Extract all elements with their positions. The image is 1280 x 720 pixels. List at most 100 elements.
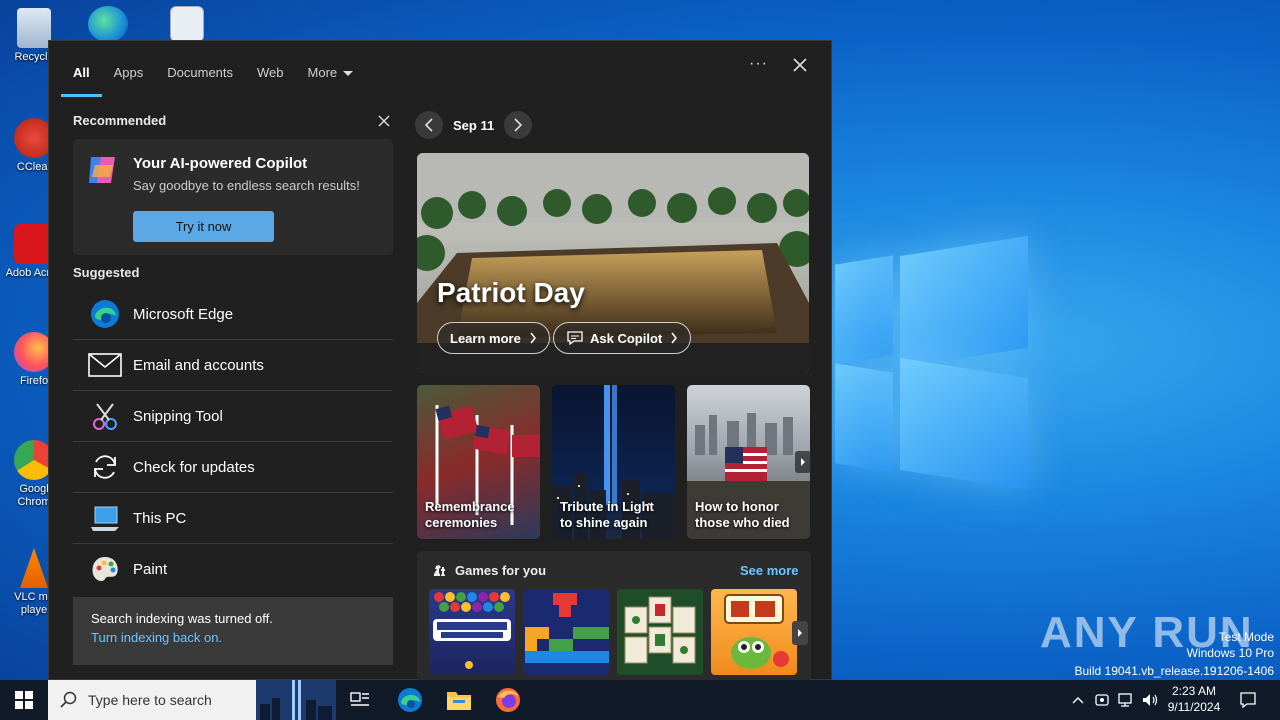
try-it-now-button[interactable]: Try it now bbox=[133, 211, 274, 242]
action-center-button[interactable] bbox=[1234, 686, 1262, 714]
suggested-list: Microsoft Edge Email and accounts Snippi… bbox=[73, 289, 393, 595]
network-button[interactable] bbox=[1114, 686, 1138, 714]
copilot-icon bbox=[89, 157, 115, 183]
tray-app-icon bbox=[1095, 694, 1109, 706]
speaker-icon bbox=[1143, 694, 1158, 706]
chevron-up-icon bbox=[1072, 697, 1084, 704]
suggested-item-paint[interactable]: Paint bbox=[73, 544, 393, 595]
taskbar-file-explorer[interactable] bbox=[445, 686, 473, 714]
recycle-bin-icon bbox=[17, 8, 51, 48]
tab-more[interactable]: More bbox=[296, 59, 366, 87]
refresh-icon bbox=[87, 449, 123, 485]
see-more-link[interactable]: See more bbox=[740, 563, 799, 578]
chevron-right-icon bbox=[514, 118, 523, 132]
suggested-item-label: Check for updates bbox=[133, 458, 255, 476]
taskbar-firefox[interactable] bbox=[494, 686, 522, 714]
card-how-to-honor[interactable]: How to honor those who died bbox=[687, 385, 810, 539]
suggested-item-label: Email and accounts bbox=[133, 356, 264, 374]
recommendation-subtitle: Say goodbye to endless search results! bbox=[133, 178, 360, 193]
edge-desktop-icon[interactable] bbox=[88, 6, 128, 42]
clock-date: 9/11/2024 bbox=[1167, 700, 1221, 714]
taskbar-edge[interactable] bbox=[396, 686, 424, 714]
taskbar-search-box[interactable]: Type here to search bbox=[48, 680, 336, 720]
suggested-item-this-pc[interactable]: This PC bbox=[73, 493, 393, 544]
desktop-icon-label: Googl Chrom bbox=[17, 483, 51, 508]
card-caption: How to honor those who died bbox=[695, 499, 790, 530]
palette-icon bbox=[87, 552, 123, 588]
chevron-right-icon bbox=[801, 458, 805, 466]
copilot-recommendation-card: Your AI-powered Copilot Say goodbye to e… bbox=[73, 139, 393, 255]
edge-icon bbox=[398, 688, 422, 712]
desktop-icon-label: Firefo bbox=[19, 375, 49, 387]
close-icon[interactable] bbox=[376, 113, 392, 129]
learn-more-label: Learn more bbox=[450, 330, 521, 346]
tab-documents[interactable]: Documents bbox=[155, 59, 245, 87]
suggested-item-email-accounts[interactable]: Email and accounts bbox=[73, 340, 393, 391]
tray-app-button[interactable] bbox=[1090, 686, 1114, 714]
chevron-right-icon bbox=[671, 332, 678, 344]
chevron-right-icon bbox=[530, 332, 536, 344]
ask-copilot-button[interactable]: Ask Copilot bbox=[553, 322, 692, 354]
ask-copilot-label: Ask Copilot bbox=[590, 330, 663, 346]
edge-icon bbox=[87, 296, 123, 332]
volume-button[interactable] bbox=[1138, 686, 1162, 714]
suggested-item-label: This PC bbox=[133, 509, 187, 527]
more-options-button[interactable]: ··· bbox=[749, 55, 768, 73]
close-icon[interactable] bbox=[790, 55, 810, 75]
next-games-button[interactable] bbox=[792, 621, 808, 645]
chevron-down-icon bbox=[343, 71, 354, 77]
learn-more-button[interactable]: Learn more bbox=[437, 322, 550, 354]
search-icon bbox=[60, 691, 77, 708]
hero-title: Patriot Day bbox=[437, 277, 585, 308]
previous-day-button[interactable] bbox=[415, 111, 443, 139]
card-caption: Remembrance ceremonies bbox=[425, 499, 515, 530]
games-section: Games for you See more bbox=[417, 551, 811, 683]
task-view-icon bbox=[350, 692, 369, 706]
scissors-icon bbox=[87, 398, 123, 434]
suggested-item-snipping-tool[interactable]: Snipping Tool bbox=[73, 391, 393, 442]
search-panel: All Apps Documents Web More ··· Recommen… bbox=[48, 40, 832, 683]
card-tribute-in-light[interactable]: Tribute in Light to shine again bbox=[552, 385, 675, 539]
taskbar-clock[interactable]: 2:23 AM 9/11/2024 bbox=[1160, 683, 1228, 715]
suggested-item-label: Microsoft Edge bbox=[133, 305, 234, 323]
next-cards-button[interactable] bbox=[795, 451, 811, 473]
clock-time: 2:23 AM bbox=[1171, 684, 1217, 698]
start-button[interactable] bbox=[0, 680, 48, 720]
file-desktop-icon[interactable] bbox=[170, 6, 204, 42]
suggested-heading: Suggested bbox=[73, 265, 140, 280]
tab-web[interactable]: Web bbox=[245, 59, 296, 87]
windows-start-icon bbox=[15, 691, 33, 709]
chevron-left-icon bbox=[424, 118, 433, 132]
card-remembrance[interactable]: Remembrance ceremonies bbox=[417, 385, 540, 539]
game-mahjong[interactable] bbox=[617, 589, 703, 675]
chevron-right-icon bbox=[798, 629, 802, 637]
windows-edition-label: Windows 10 Pro bbox=[1186, 646, 1274, 660]
network-icon bbox=[1118, 693, 1132, 707]
suggested-item-check-updates[interactable]: Check for updates bbox=[73, 442, 393, 493]
next-day-button[interactable] bbox=[504, 111, 533, 139]
chat-bubble-icon bbox=[567, 331, 583, 346]
block-puzzle-image bbox=[525, 593, 609, 663]
indexing-notice: Search indexing was turned off. Turn ind… bbox=[73, 597, 393, 665]
bubble-shooter-image bbox=[433, 592, 511, 669]
game-block-puzzle[interactable] bbox=[523, 589, 609, 675]
computer-icon bbox=[87, 500, 123, 536]
search-highlights: Sep 11 Patriot Day Learn more Ask Copilo… bbox=[415, 111, 811, 683]
indexing-notice-text: Search indexing was turned off. bbox=[91, 611, 273, 626]
firefox-icon bbox=[496, 688, 520, 712]
search-tabs: All Apps Documents Web More bbox=[61, 53, 366, 97]
turn-indexing-on-link[interactable]: Turn indexing back on. bbox=[91, 630, 375, 645]
patriot-day-hero[interactable]: Patriot Day Learn more Ask Copilot bbox=[417, 153, 809, 373]
tab-apps[interactable]: Apps bbox=[102, 59, 156, 87]
task-view-button[interactable] bbox=[346, 686, 374, 714]
game-bubble-shooter[interactable] bbox=[429, 589, 515, 675]
date-navigator: Sep 11 bbox=[415, 111, 811, 139]
game-cut-the-rope[interactable] bbox=[711, 589, 797, 675]
suggested-item-label: Snipping Tool bbox=[133, 407, 223, 425]
suggested-item-microsoft-edge[interactable]: Microsoft Edge bbox=[73, 289, 393, 340]
show-hidden-icons-button[interactable] bbox=[1066, 686, 1090, 714]
taskbar: Type here to search 2:23 AM 9/11/2024 bbox=[0, 680, 1280, 720]
recommendation-title: Your AI-powered Copilot bbox=[133, 155, 308, 172]
tab-all[interactable]: All bbox=[61, 59, 102, 97]
windows-logo-graphic bbox=[835, 235, 1030, 491]
